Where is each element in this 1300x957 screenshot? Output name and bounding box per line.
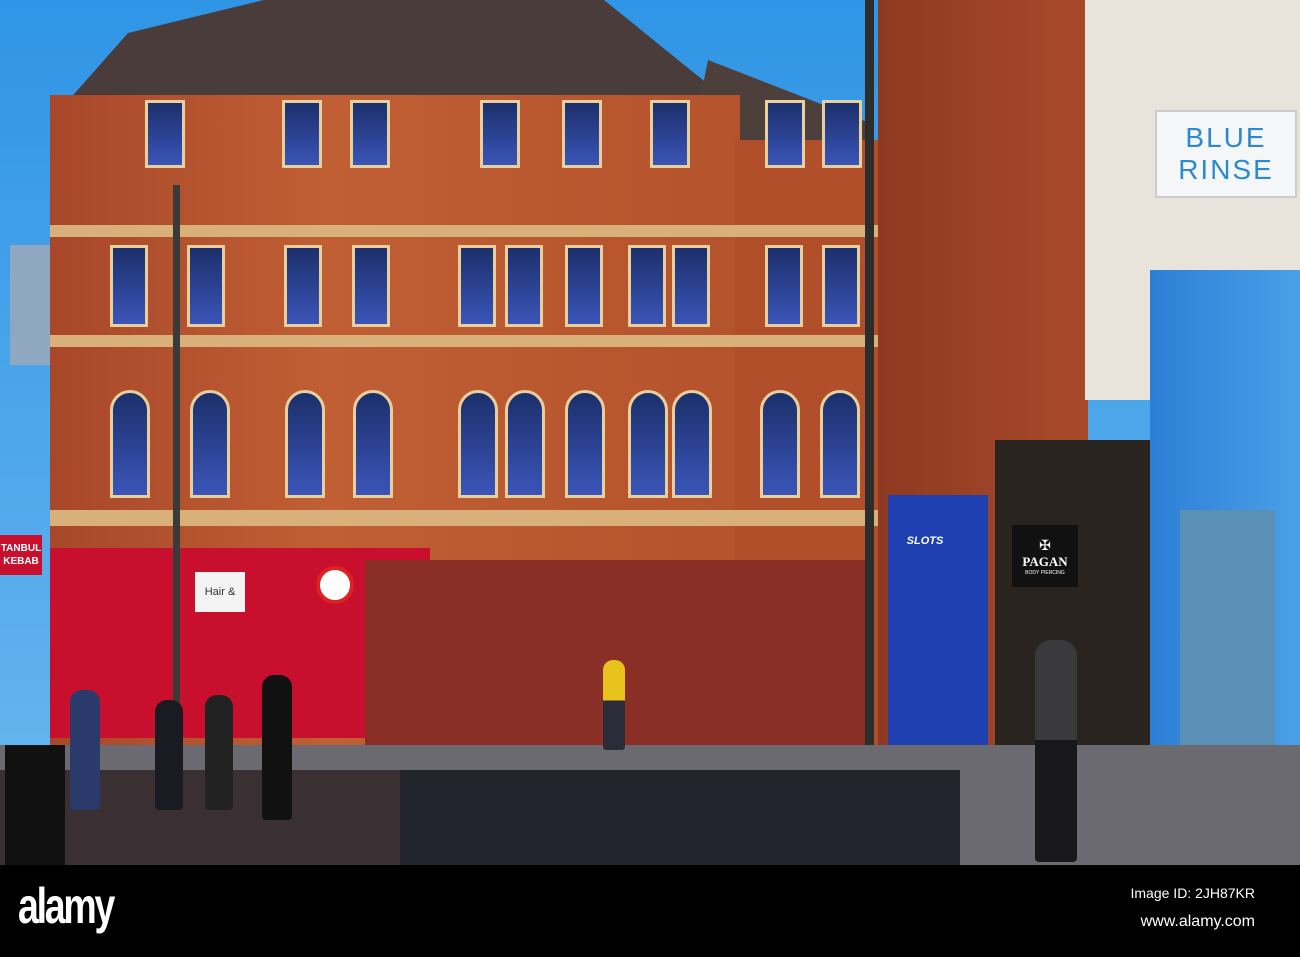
roof (60, 0, 740, 110)
blue-rinse-sign: BLUE RINSE (1155, 110, 1297, 198)
window (822, 245, 860, 327)
window (458, 245, 496, 327)
window (650, 100, 690, 168)
window (285, 390, 325, 498)
pagan-subtext: BODY PIERCING (1025, 569, 1065, 576)
window (350, 100, 390, 168)
pedestrian (205, 695, 233, 810)
window (562, 100, 602, 168)
slots-text: SLOTS (906, 535, 944, 547)
window (458, 390, 498, 498)
window (110, 245, 148, 327)
watermark-bar: alamy Image ID: 2JH87KR www.alamy.com (0, 865, 1300, 957)
window (820, 390, 860, 498)
window (765, 100, 805, 168)
window (352, 245, 390, 327)
window (760, 390, 800, 498)
alamy-url: www.alamy.com (1140, 913, 1255, 930)
window (565, 245, 603, 327)
window (628, 390, 668, 498)
pedestrian (155, 700, 183, 810)
no-right-turn-sign-icon (316, 566, 354, 604)
man-standing (1035, 640, 1077, 862)
alamy-logo: alamy (18, 878, 115, 934)
shop-window (1180, 510, 1275, 770)
window (110, 390, 150, 498)
lamp-post (865, 0, 874, 820)
street-photo: Hair & TANBUL KEBAB SLOTS ✠ PAGAN BODY P… (0, 0, 1300, 865)
pagan-sign: ✠ PAGAN BODY PIERCING (1012, 525, 1078, 587)
window (565, 390, 605, 498)
window (187, 245, 225, 327)
window (353, 390, 393, 498)
hair-salon-text: Hair & (204, 586, 236, 598)
window (822, 100, 862, 168)
image-id: Image ID: 2JH87KR (1130, 885, 1256, 901)
kebab-sign-line-1: TANBUL (0, 543, 42, 554)
kebab-sign-line-2: KEBAB (3, 556, 39, 567)
window (480, 100, 520, 168)
slots-sign: SLOTS (900, 530, 950, 552)
window (672, 390, 712, 498)
window (628, 245, 666, 327)
window (190, 390, 230, 498)
lamp-post (173, 185, 180, 755)
window (505, 245, 543, 327)
pagan-text: PAGAN (1022, 553, 1068, 569)
window (672, 245, 710, 327)
pedestrian-yellow-shirt (603, 660, 625, 750)
kebab-shop-sign: TANBUL KEBAB (0, 535, 42, 575)
blue-rinse-line-2: RINSE (1178, 154, 1274, 185)
cross-icon: ✠ (1039, 536, 1051, 553)
litter-bin (5, 745, 65, 865)
window (505, 390, 545, 498)
pedestrian (70, 690, 100, 810)
blue-rinse-line-1: BLUE (1185, 122, 1267, 153)
window (282, 100, 322, 168)
window (765, 245, 803, 327)
window (284, 245, 322, 327)
hair-salon-sign: Hair & (195, 572, 245, 612)
pedestrian (262, 675, 292, 820)
window (145, 100, 185, 168)
